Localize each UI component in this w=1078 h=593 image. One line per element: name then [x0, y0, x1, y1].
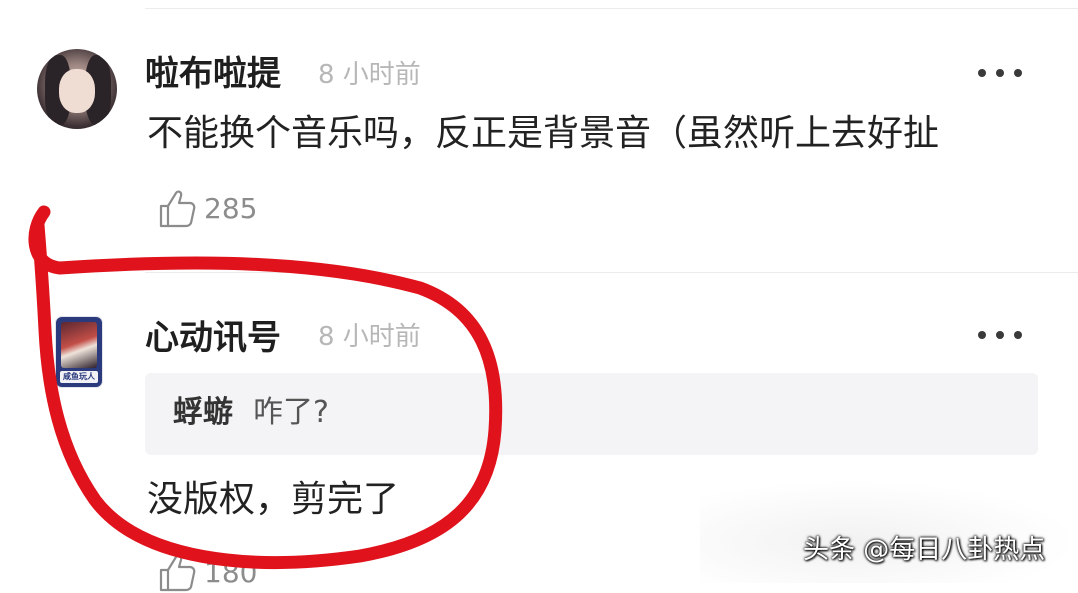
comment-divider [145, 272, 1078, 273]
quoted-reply[interactable]: 蜉蝣 咋了? [145, 373, 1038, 455]
like-button[interactable]: 180 [158, 553, 257, 593]
comment-username[interactable]: 心动讯号 [145, 318, 281, 358]
watermark: 头条 @每日八卦热点 [803, 535, 1046, 565]
comment-text: 不能换个音乐吗，反正是背景音（虽然听上去好扯 [147, 113, 940, 154]
avatar-art [61, 322, 97, 368]
avatar-caption: 咸鱼玩人 [60, 371, 98, 383]
comment-text: 没版权，剪完了 [147, 479, 400, 520]
like-count: 180 [204, 556, 258, 589]
avatar[interactable] [37, 49, 117, 129]
quoted-text: 咋了? [253, 395, 329, 430]
more-icon[interactable] [978, 67, 1022, 79]
photo-glare [700, 480, 1078, 583]
top-divider [145, 8, 1078, 9]
avatar-face [59, 69, 95, 113]
thumbs-up-icon [159, 190, 196, 228]
comment-username[interactable]: 啦布啦提 [145, 54, 281, 94]
avatar[interactable]: 咸鱼玩人 [56, 317, 102, 387]
like-button[interactable]: 285 [158, 189, 257, 229]
more-icon[interactable] [978, 329, 1022, 341]
comment-timestamp: 8 小时前 [318, 322, 421, 352]
thumbs-up-icon [159, 554, 196, 592]
quoted-username: 蜉蝣 [173, 395, 233, 430]
comment-timestamp: 8 小时前 [318, 60, 421, 90]
like-count: 285 [204, 192, 258, 225]
